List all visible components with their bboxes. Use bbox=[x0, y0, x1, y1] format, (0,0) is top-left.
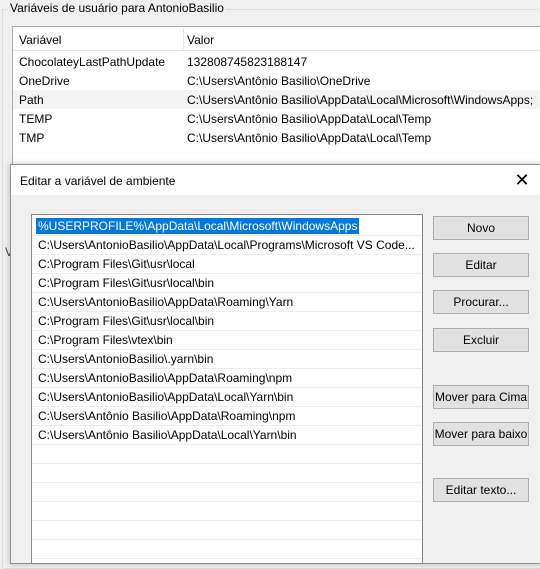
path-entry-text: C:\Program Files\Git\usr\local\bin bbox=[38, 276, 215, 290]
list-item-empty[interactable] bbox=[32, 483, 422, 502]
path-entry-text: C:\Users\Antônio Basilio\AppData\Local\Y… bbox=[38, 428, 297, 442]
path-entry-text: C:\Program Files\Git\usr\local\bin bbox=[38, 314, 215, 328]
list-item[interactable]: C:\Users\Antônio Basilio\AppData\Roaming… bbox=[32, 407, 422, 426]
edit-button[interactable]: Editar bbox=[433, 253, 529, 277]
list-item-empty[interactable] bbox=[32, 502, 422, 521]
path-entry-text: C:\Users\AntonioBasilio\AppData\Local\Pr… bbox=[38, 238, 415, 252]
list-item-empty[interactable] bbox=[32, 464, 422, 483]
list-item[interactable]: C:\Users\AntonioBasilio\AppData\Roaming\… bbox=[32, 369, 422, 388]
list-item[interactable]: C:\Program Files\Git\usr\local bbox=[32, 255, 422, 274]
edit-environment-variable-dialog: Editar a variável de ambiente ✕ %USERPRO… bbox=[10, 164, 540, 564]
path-entry-text: C:\Users\Antônio Basilio\AppData\Roaming… bbox=[38, 409, 296, 423]
table-row[interactable]: ChocolateyLastPathUpdate 132808745823188… bbox=[13, 52, 540, 71]
variable-name: ChocolateyLastPathUpdate bbox=[19, 55, 166, 69]
variable-name: TMP bbox=[19, 131, 45, 145]
edit-text-button[interactable]: Editar texto... bbox=[433, 478, 529, 502]
variable-value: C:\Users\Antônio Basilio\OneDrive bbox=[187, 74, 371, 88]
list-item[interactable]: C:\Users\Antônio Basilio\AppData\Local\Y… bbox=[32, 426, 422, 445]
path-entries-list[interactable]: %USERPROFILE%\AppData\Local\Microsoft\Wi… bbox=[31, 214, 423, 564]
path-entry-text: C:\Users\AntonioBasilio\AppData\Local\Ya… bbox=[38, 390, 294, 404]
user-variables-group-title: Variáveis de usuário para AntonioBasilio bbox=[8, 1, 226, 15]
path-entry-text: C:\Program Files\Git\usr\local bbox=[38, 257, 195, 271]
list-item[interactable]: C:\Program Files\Git\usr\local\bin bbox=[32, 312, 422, 331]
list-item[interactable]: C:\Users\AntonioBasilio\AppData\Roaming\… bbox=[32, 293, 422, 312]
path-entry-text: C:\Users\AntonioBasilio\.yarn\bin bbox=[38, 352, 214, 366]
list-item-empty[interactable] bbox=[32, 540, 422, 559]
table-row[interactable]: TMP C:\Users\Antônio Basilio\AppData\Loc… bbox=[13, 128, 540, 147]
path-entry-text: C:\Users\AntonioBasilio\AppData\Roaming\… bbox=[38, 295, 294, 309]
list-item[interactable]: C:\Program Files\vtex\bin bbox=[32, 331, 422, 350]
variable-name: TEMP bbox=[19, 112, 53, 126]
list-item[interactable]: C:\Program Files\Git\usr\local\bin bbox=[32, 274, 422, 293]
variable-value: C:\Users\Antônio Basilio\AppData\Local\T… bbox=[187, 112, 432, 126]
dialog-titlebar[interactable]: Editar a variável de ambiente ✕ bbox=[11, 165, 540, 195]
move-up-button[interactable]: Mover para Cima bbox=[433, 385, 529, 409]
path-entry-text: %USERPROFILE%\AppData\Local\Microsoft\Wi… bbox=[36, 218, 360, 234]
list-item[interactable]: C:\Users\AntonioBasilio\AppData\Local\Pr… bbox=[32, 236, 422, 255]
dialog-title: Editar a variável de ambiente bbox=[20, 174, 176, 188]
variable-value: C:\Users\Antônio Basilio\AppData\Local\M… bbox=[187, 93, 534, 107]
list-item-empty[interactable] bbox=[32, 521, 422, 540]
user-variables-header: Variável Valor bbox=[13, 27, 540, 51]
column-separator[interactable] bbox=[183, 29, 184, 49]
variable-name: Path bbox=[19, 93, 44, 107]
user-variables-list[interactable]: Variável Valor ChocolateyLastPathUpdate … bbox=[12, 26, 540, 176]
variable-name: OneDrive bbox=[19, 74, 70, 88]
browse-button[interactable]: Procurar... bbox=[433, 290, 529, 314]
column-header-value[interactable]: Valor bbox=[187, 33, 214, 47]
delete-button[interactable]: Excluir bbox=[433, 328, 529, 352]
table-row[interactable]: TEMP C:\Users\Antônio Basilio\AppData\Lo… bbox=[13, 109, 540, 128]
table-row[interactable]: OneDrive C:\Users\Antônio Basilio\OneDri… bbox=[13, 71, 540, 90]
close-button[interactable]: ✕ bbox=[507, 165, 537, 195]
move-down-button[interactable]: Mover para baixo bbox=[433, 422, 529, 446]
path-entry-text: C:\Users\AntonioBasilio\AppData\Roaming\… bbox=[38, 371, 293, 385]
close-icon: ✕ bbox=[514, 169, 530, 190]
column-header-variable[interactable]: Variável bbox=[19, 33, 61, 47]
list-item[interactable]: C:\Users\AntonioBasilio\AppData\Local\Ya… bbox=[32, 388, 422, 407]
variable-value: 132808745823188147 bbox=[187, 55, 308, 69]
variable-value: C:\Users\Antônio Basilio\AppData\Local\T… bbox=[187, 131, 432, 145]
table-row-selected[interactable]: Path C:\Users\Antônio Basilio\AppData\Lo… bbox=[13, 90, 540, 109]
list-item[interactable]: C:\Users\AntonioBasilio\.yarn\bin bbox=[32, 350, 422, 369]
path-entry-text: C:\Program Files\vtex\bin bbox=[38, 333, 173, 347]
list-item-empty[interactable] bbox=[32, 445, 422, 464]
list-item-selected[interactable]: %USERPROFILE%\AppData\Local\Microsoft\Wi… bbox=[32, 217, 422, 236]
new-button[interactable]: Novo bbox=[433, 216, 529, 240]
